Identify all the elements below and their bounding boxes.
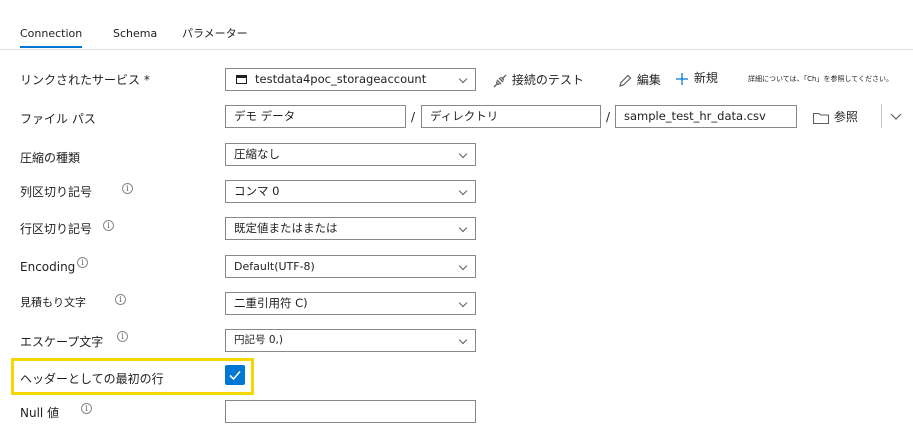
expand-button[interactable]	[889, 108, 903, 123]
browse-button[interactable]: 参照	[812, 108, 858, 126]
linked-service-dropdown[interactable]: testdata4poc_storageaccount	[225, 68, 476, 91]
encoding-value: Default(UTF-8)	[234, 260, 315, 273]
first-row-header-checkbox[interactable]	[225, 365, 245, 385]
chevron-down-icon	[458, 74, 468, 84]
tab-bar: Connection Schema パラメーター	[0, 0, 913, 50]
compression-dropdown[interactable]: 圧縮なし	[225, 143, 476, 166]
row-delimiter-dropdown[interactable]: 既定値またはまたは	[225, 217, 476, 240]
chevron-down-icon	[458, 335, 468, 345]
toolbar-divider	[881, 104, 882, 128]
storage-icon	[236, 75, 247, 84]
row-delimiter-value: 既定値またはまたは	[234, 221, 338, 235]
column-delimiter-label: 列区切り記号	[20, 185, 93, 199]
info-icon[interactable]: i	[117, 331, 128, 342]
chevron-down-icon	[458, 298, 468, 308]
pencil-icon	[619, 74, 632, 87]
first-row-header-label: ヘッダーとしての最初の行	[20, 372, 164, 386]
checkmark-icon	[229, 370, 241, 381]
path-separator: /	[606, 110, 611, 124]
container-input[interactable]: デモ データ	[225, 105, 406, 128]
test-connection-button[interactable]: 接続のテスト	[492, 71, 584, 89]
help-text: 詳細については、「Ch」を参照してください。	[748, 75, 894, 83]
escape-char-label: エスケープ文字	[20, 335, 104, 349]
encoding-label: Encoding	[20, 260, 76, 274]
test-connection-label: 接続のテスト	[511, 73, 584, 87]
quote-char-dropdown[interactable]: 二重引用符 C)	[225, 292, 476, 315]
new-button[interactable]: 新規	[674, 69, 718, 87]
chevron-down-icon	[458, 149, 468, 159]
linked-service-label: リンクされたサービス *	[20, 73, 150, 87]
file-name-input[interactable]: sample_test_hr_data.csv	[615, 105, 797, 128]
chevron-down-icon	[458, 186, 468, 196]
info-icon[interactable]: i	[122, 183, 133, 194]
null-value-input[interactable]	[225, 400, 476, 423]
escape-char-value: 円記号 0,)	[234, 334, 283, 346]
encoding-dropdown[interactable]: Default(UTF-8)	[225, 255, 476, 278]
compression-label: 圧縮の種類	[20, 151, 81, 165]
info-icon[interactable]: i	[103, 220, 114, 231]
info-icon[interactable]: i	[81, 403, 92, 414]
column-delimiter-dropdown[interactable]: コンマ 0	[225, 180, 476, 203]
tab-connection[interactable]: Connection	[20, 27, 83, 48]
new-label: 新規	[693, 71, 718, 85]
quote-char-label: 見積もり文字	[20, 296, 86, 309]
browse-label: 参照	[833, 110, 858, 124]
plus-icon	[676, 72, 688, 85]
null-value-label: Null 値	[20, 406, 60, 420]
tab-parameters[interactable]: パラメーター	[182, 25, 248, 41]
directory-input[interactable]: ディレクトリ	[421, 105, 601, 128]
path-separator: /	[411, 110, 416, 124]
info-icon[interactable]: i	[115, 294, 126, 305]
chevron-down-icon	[458, 223, 468, 233]
folder-icon	[812, 112, 830, 124]
compression-value: 圧縮なし	[234, 147, 280, 161]
info-icon[interactable]: i	[77, 257, 88, 268]
edit-button[interactable]: 編集	[617, 71, 661, 89]
plug-icon	[493, 74, 507, 87]
escape-char-dropdown[interactable]: 円記号 0,)	[225, 329, 476, 352]
row-delimiter-label: 行区切り記号	[20, 222, 93, 236]
quote-char-value: 二重引用符 C)	[234, 296, 308, 310]
linked-service-value: testdata4poc_storageaccount	[255, 72, 427, 86]
chevron-down-icon	[458, 261, 468, 271]
tab-schema[interactable]: Schema	[113, 27, 157, 40]
column-delimiter-value: コンマ 0	[234, 184, 280, 198]
edit-label: 編集	[636, 73, 661, 87]
chevron-down-icon	[890, 113, 902, 120]
file-path-label: ファイル パス	[20, 112, 96, 126]
